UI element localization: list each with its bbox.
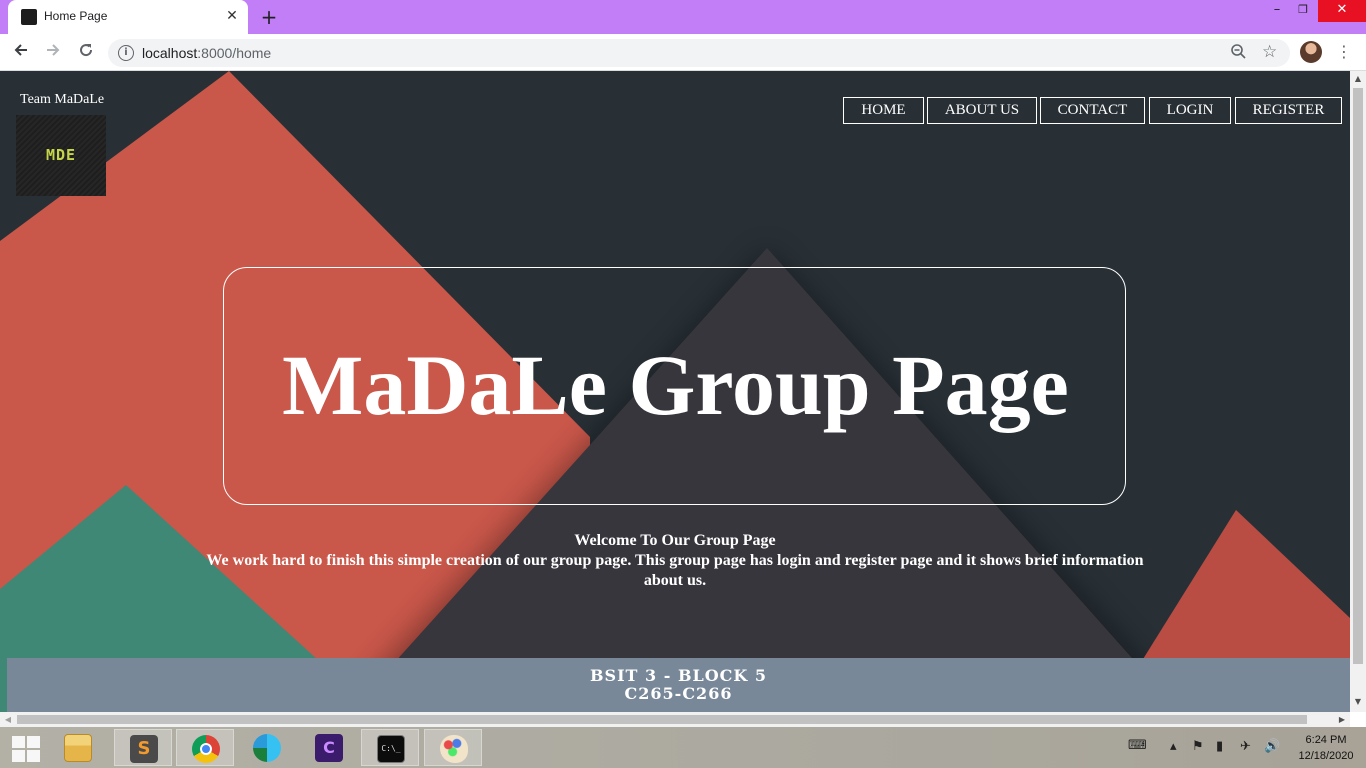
chrome-icon (192, 735, 220, 763)
clock[interactable]: 6:24 PM 12/18/2020 (1290, 732, 1362, 764)
back-icon[interactable] (9, 41, 33, 65)
volume-icon[interactable]: 🔊 (1264, 739, 1280, 754)
taskbar-sublime-text[interactable]: S (114, 729, 172, 766)
taskbar-file-explorer[interactable] (49, 729, 107, 766)
flag-icon[interactable]: ⚑ (1192, 739, 1204, 754)
team-label: Team MaDaLe (20, 92, 105, 107)
vertical-scrollbar[interactable]: ▲ ▼ (1350, 71, 1366, 712)
scroll-down-icon[interactable]: ▼ (1350, 696, 1366, 708)
hero-box: MaDaLe Group Page (223, 267, 1126, 505)
footer-line-2: C265-C266 (624, 684, 733, 703)
start-button[interactable] (8, 733, 40, 763)
vertical-scroll-thumb[interactable] (1353, 88, 1363, 664)
nav-login[interactable]: LOGIN (1149, 97, 1231, 124)
browser-toolbar: i localhost:8000/home ☆ (0, 34, 1366, 71)
windows-logo-icon (12, 736, 25, 748)
star-icon[interactable]: ☆ (1262, 42, 1277, 62)
tab-favicon-icon (21, 9, 37, 25)
zoom-icon[interactable] (1230, 43, 1246, 63)
battery-icon[interactable]: ▮ (1216, 739, 1223, 754)
info-icon[interactable]: i (118, 45, 134, 61)
browser-tab[interactable]: Home Page ✕ (8, 0, 248, 34)
profile-avatar[interactable] (1300, 41, 1322, 63)
airplane-icon[interactable]: ✈ (1240, 739, 1251, 754)
windows-taskbar: S C C:\_ ⌨ ▴ ⚑ ▮ ✈ 🔊 6:24 PM 12/18/2020 (0, 727, 1366, 768)
page-viewport: Team MaDaLe MDE HOME ABOUT US CONTACT LO… (0, 71, 1350, 712)
taskbar-command-prompt[interactable]: C:\_ (361, 729, 419, 766)
windows-logo-icon-part (12, 750, 25, 762)
nav-about-us[interactable]: ABOUT US (927, 97, 1037, 124)
logo-text: MDE (45, 146, 77, 164)
paint-icon (440, 735, 468, 763)
url-text[interactable]: localhost:8000/home (142, 45, 271, 61)
taskbar-edge[interactable] (238, 729, 296, 766)
welcome-text: We work hard to finish this simple creat… (206, 552, 1144, 589)
menu-icon[interactable]: ⋮ (1336, 41, 1352, 63)
new-tab-button[interactable]: + (258, 6, 280, 28)
command-prompt-icon: C:\_ (377, 735, 405, 763)
sublime-text-icon: S (130, 735, 158, 763)
welcome-section: Welcome To Our Group Page We work hard t… (200, 531, 1150, 591)
reload-icon[interactable] (74, 41, 98, 65)
welcome-heading: Welcome To Our Group Page (574, 532, 776, 549)
windows-logo-icon-part (27, 750, 40, 762)
page-footer: BSIT 3 - BLOCK 5 C265-C266 (7, 658, 1350, 712)
address-bar[interactable]: i localhost:8000/home ☆ (108, 39, 1290, 67)
show-hidden-icons-icon[interactable]: ▴ (1170, 739, 1177, 754)
scroll-up-icon[interactable]: ▲ (1350, 73, 1366, 85)
keyboard-icon[interactable]: ⌨ (1128, 738, 1147, 753)
tab-strip: Home Page ✕ + – ❐ ✕ (0, 0, 1366, 34)
taskbar-chrome[interactable] (176, 729, 234, 766)
windows-logo-icon-part (27, 736, 40, 748)
close-window-button[interactable]: ✕ (1318, 0, 1366, 22)
edge-icon (253, 734, 281, 762)
restore-button[interactable]: ❐ (1290, 0, 1316, 22)
minimize-button[interactable]: – (1264, 0, 1290, 22)
scroll-right-icon[interactable]: ▶ (1336, 713, 1348, 726)
team-logo: MDE (16, 115, 106, 196)
tab-title: Home Page (44, 9, 108, 23)
forward-icon[interactable] (41, 41, 65, 65)
scroll-left-icon[interactable]: ◀ (2, 713, 14, 726)
hero-title: MaDaLe Group Page (282, 337, 1069, 433)
footer-line-1: BSIT 3 - BLOCK 5 (589, 666, 767, 685)
taskbar-paint[interactable] (424, 729, 482, 766)
taskbar-media-app[interactable]: C (300, 729, 358, 766)
clock-date: 12/18/2020 (1298, 750, 1354, 762)
nav-contact[interactable]: CONTACT (1040, 97, 1145, 124)
tab-close-icon[interactable]: ✕ (224, 8, 240, 24)
clock-time: 6:24 PM (1305, 734, 1347, 746)
nav-home[interactable]: HOME (843, 97, 924, 124)
file-explorer-icon (64, 734, 92, 762)
horizontal-scroll-thumb[interactable] (17, 715, 1307, 724)
horizontal-scrollbar[interactable]: ◀ ▶ (0, 712, 1350, 727)
media-app-icon: C (315, 734, 343, 762)
nav-register[interactable]: REGISTER (1235, 97, 1342, 124)
